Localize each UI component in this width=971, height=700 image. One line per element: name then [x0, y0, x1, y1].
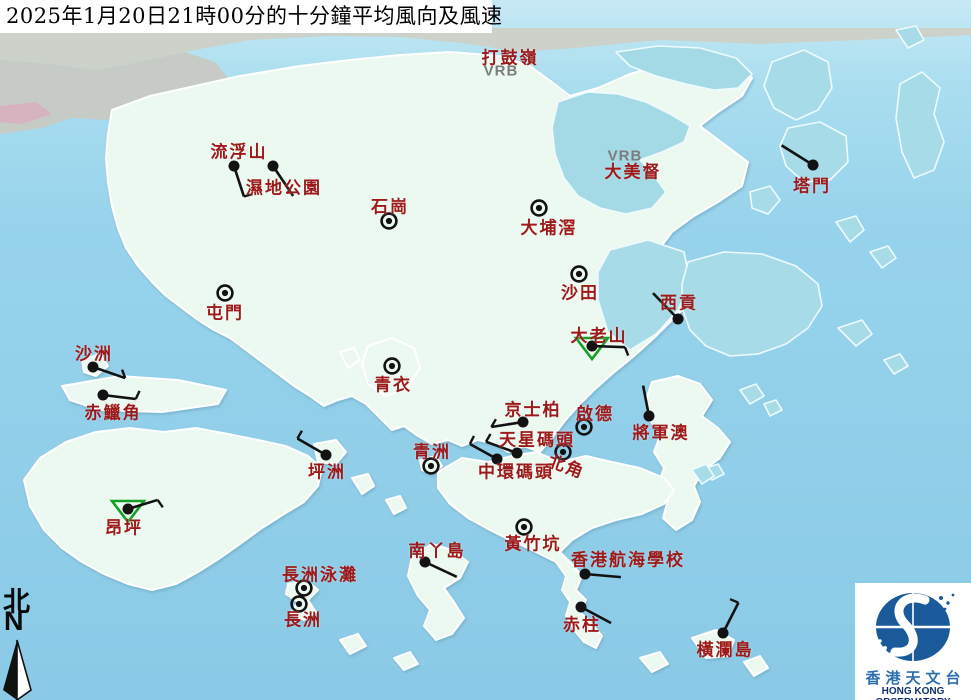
- hko-logo: 香港天文台 HONG KONG OBSERVATORY: [855, 583, 971, 700]
- station-dot: [807, 159, 819, 171]
- station-dot: [419, 556, 431, 568]
- calm-wind-dot: [385, 217, 393, 225]
- station-dot: [228, 160, 240, 172]
- calm-wind-dot: [520, 523, 528, 531]
- calm-wind-dot: [221, 289, 229, 297]
- station-dot: [320, 449, 332, 461]
- station-dot: [586, 340, 598, 352]
- calm-wind-dot: [580, 423, 588, 431]
- compass: 北 N: [0, 580, 40, 700]
- hong-kong-map: [0, 0, 971, 700]
- station-dot: [267, 160, 279, 172]
- station-dot: [575, 601, 587, 613]
- station-dot: [643, 410, 655, 422]
- calm-wind-dot: [388, 362, 396, 370]
- station-dot: [122, 503, 134, 515]
- hko-logo-chinese: 香港天文台: [865, 669, 966, 687]
- hko-logo-english: HONG KONG OBSERVATORY: [875, 686, 950, 700]
- calm-wind-dot: [427, 462, 435, 470]
- station-dot: [717, 627, 729, 639]
- station-dot: [511, 447, 523, 459]
- station-dot: [579, 568, 591, 580]
- compass-north-letter: N: [4, 606, 24, 636]
- calm-wind-dot: [300, 584, 308, 592]
- station-dot: [517, 416, 529, 428]
- station-dot: [491, 453, 503, 465]
- map-title: 2025年1月20日21時00分的十分鐘平均風向及風速: [0, 0, 502, 33]
- calm-wind-dot: [535, 204, 543, 212]
- calm-wind-dot: [295, 600, 303, 608]
- station-dot: [97, 389, 109, 401]
- hko-logo-icon: [875, 593, 955, 661]
- calm-wind-dot: [559, 448, 567, 456]
- station-dot: [87, 361, 99, 373]
- calm-wind-dot: [575, 270, 583, 278]
- station-dot: [672, 313, 684, 325]
- wind-map-page: 打鼓嶺 VRB 大美督 VRB 流浮山 濕地公園 石崗 大埔滘 塔門 沙田 西貢 屯門 沙洲 大老山 赤鱲角…: [0, 0, 971, 700]
